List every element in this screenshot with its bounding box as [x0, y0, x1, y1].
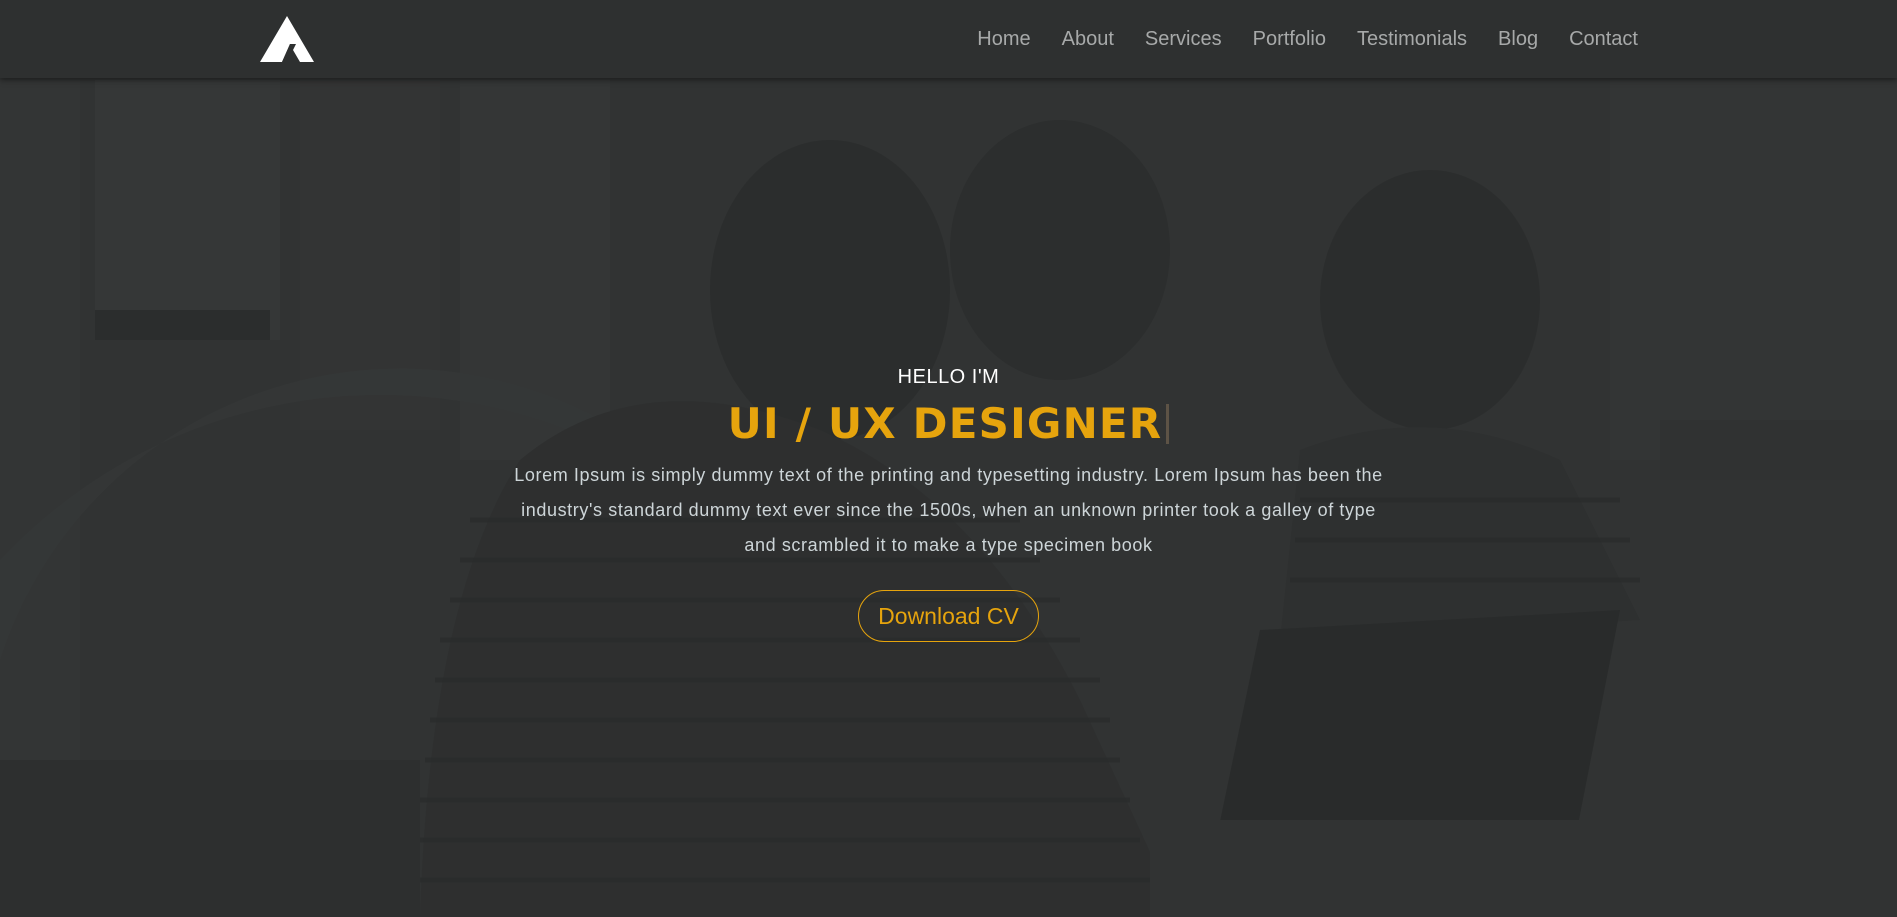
hero-headline: UI / UX DESIGNER	[0, 396, 1897, 452]
triangle-a-logo-icon[interactable]	[260, 16, 314, 62]
top-navbar: Home About Services Portfolio Testimonia…	[0, 0, 1897, 78]
nav-item-home[interactable]: Home	[977, 28, 1030, 51]
nav-item-services[interactable]: Services	[1145, 28, 1222, 51]
nav-item-about[interactable]: About	[1062, 28, 1114, 51]
hero-headline-text: UI / UX DESIGNER	[727, 399, 1163, 448]
main-nav: Home About Services Portfolio Testimonia…	[977, 0, 1638, 78]
hero-eyebrow: HELLO I'M	[897, 366, 1000, 388]
hero-description: Lorem Ipsum is simply dummy text of the …	[514, 465, 1383, 555]
nav-item-blog[interactable]: Blog	[1498, 28, 1538, 51]
nav-item-contact[interactable]: Contact	[1569, 28, 1638, 51]
hero-content: HELLO I'M UI / UX DESIGNER Lorem Ipsum i…	[0, 362, 1897, 642]
hero-section: HELLO I'M UI / UX DESIGNER Lorem Ipsum i…	[0, 0, 1897, 917]
nav-item-portfolio[interactable]: Portfolio	[1253, 28, 1326, 51]
typing-cursor	[1166, 404, 1170, 444]
download-cv-button[interactable]: Download CV	[858, 590, 1039, 642]
nav-item-testimonials[interactable]: Testimonials	[1357, 28, 1467, 51]
